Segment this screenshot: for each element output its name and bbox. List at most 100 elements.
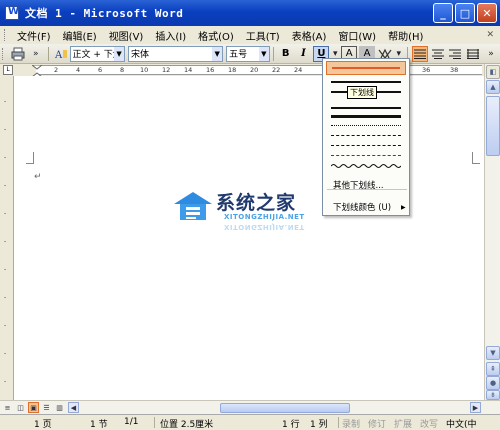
next-page-icon[interactable]: ⇟ [486,390,500,400]
browse-object-icon[interactable]: ● [486,376,500,390]
ruler-number: 18 [228,66,237,74]
chevron-down-icon[interactable]: ▼ [258,46,269,61]
tab-stop-selector[interactable]: L [3,65,13,75]
underline-option-thick[interactable] [331,115,401,118]
underline-option-wave[interactable] [331,163,401,169]
underline-option-dash-dot[interactable] [331,145,401,146]
vruler-tick: - [4,238,7,245]
menu-table[interactable]: 表格(A) [286,28,333,43]
ruler-toggle-icon[interactable]: ◧ [486,65,500,79]
menu-format[interactable]: 格式(O) [192,28,240,43]
underline-option-double[interactable] [331,107,401,109]
window-controls: _ □ ✕ [433,3,497,23]
vruler-tick: - [4,154,7,161]
menu-bar: 文件(F) 编辑(E) 视图(V) 插入(I) 格式(O) 工具(T) 表格(A… [0,26,500,44]
maximize-button[interactable]: □ [455,3,475,23]
menu-edit[interactable]: 编辑(E) [57,28,103,43]
underline-option-dash-dot-dot[interactable] [331,155,401,156]
ruler-number: 16 [206,66,215,74]
reading-view-icon[interactable]: ▥ [54,402,65,413]
print-icon[interactable] [10,46,26,62]
status-bar: 1 页 1 节 1/1 位置 2.5厘米 1 行 1 列 录制 修订 扩展 改写… [0,414,500,430]
align-justify-icon[interactable] [411,45,428,62]
bold-button[interactable]: B [278,46,294,62]
ruler-number: 8 [120,66,125,74]
align-center-icon[interactable] [430,46,446,62]
menu-insert[interactable]: 插入(I) [149,28,192,43]
window-title: 文档 1 - Microsoft Word [25,7,184,20]
vertical-ruler: - - - - - - - - - - - [0,76,14,400]
status-rec[interactable]: 录制 [342,417,360,430]
normal-view-icon[interactable]: ≡ [2,402,13,413]
ruler-number: 10 [140,66,149,74]
vruler-tick: - [4,126,7,133]
underline-color-item[interactable]: 下划线颜色 (U) [333,201,391,213]
options-chevron-icon[interactable]: » [28,46,44,62]
watermark-text-cn: 系统之家 [216,192,297,214]
align-right-icon[interactable] [447,46,463,62]
status-ext[interactable]: 扩展 [394,417,412,430]
underline-option-selected[interactable] [326,61,406,75]
web-layout-view-icon[interactable]: ◫ [15,402,26,413]
toolbar-grip[interactable] [2,47,5,60]
underline-option-dotted[interactable] [331,125,401,126]
horizontal-scroll-thumb[interactable] [220,403,350,413]
menu-help[interactable]: 帮助(H) [382,28,429,43]
status-language[interactable]: 中文(中 [446,417,477,430]
menu-file[interactable]: 文件(F) [11,28,57,43]
scroll-down-icon[interactable]: ▼ [486,346,500,360]
scroll-left-icon[interactable]: ◀ [68,402,79,413]
vertical-scrollbar[interactable]: ◧ ▲ ▼ ⇞ ● ⇟ [484,64,500,400]
margin-corner-top-left [26,152,34,164]
underline-style-menu: 下划线 其他下划线... 下划线颜色 (U) ▶ [322,58,410,216]
word-app-icon[interactable] [5,6,19,20]
close-button[interactable]: ✕ [477,3,497,23]
chevron-down-icon[interactable]: ▼ [114,46,125,61]
status-position: 位置 2.5厘米 [160,420,214,430]
status-column: 1 列 [310,420,328,430]
distributed-align-icon[interactable] [465,46,481,62]
status-separator [154,417,155,428]
print-layout-view-icon[interactable]: ▣ [28,402,39,413]
vruler-tick: - [4,350,7,357]
style-combo[interactable]: 正文 + 下划 ▼ [69,45,126,62]
menu-window[interactable]: 窗口(W) [332,28,382,43]
vruler-tick: - [4,266,7,273]
status-trk[interactable]: 修订 [368,417,386,430]
horizontal-scrollbar[interactable]: ≡ ◫ ▣ ☰ ▥ ◀ ▶ [0,400,500,414]
previous-page-icon[interactable]: ⇞ [486,362,500,376]
watermark-text-en: XITONGZHIJIA.NET [224,213,305,221]
toolbar-overflow-icon[interactable]: » [483,46,499,62]
scroll-up-icon[interactable]: ▲ [486,80,500,94]
ruler-number: 14 [184,66,193,74]
toolbar-separator [47,46,49,61]
document-page[interactable] [14,76,484,400]
minimize-button[interactable]: _ [433,3,453,23]
scroll-right-icon[interactable]: ▶ [470,402,481,413]
status-separator [338,417,339,428]
styles-formatting-icon[interactable]: A [53,46,69,62]
vruler-tick: - [4,182,7,189]
status-page: 1 页 [34,420,52,430]
underline-option-dashed[interactable] [331,135,401,136]
outline-view-icon[interactable]: ☰ [41,402,52,413]
ruler-bar[interactable]: 2 4 6 8 10 12 14 16 18 20 22 24 36 38 [32,65,482,77]
menubar-close-doc-icon[interactable]: ✕ [486,30,494,40]
status-ovr[interactable]: 改写 [420,417,438,430]
vruler-tick: - [4,322,7,329]
menu-separator [327,189,407,190]
menu-view[interactable]: 视图(V) [103,28,150,43]
scroll-thumb[interactable] [486,96,500,156]
italic-button[interactable]: I [296,46,312,62]
menu-tools[interactable]: 工具(T) [240,28,286,43]
formatting-toolbar: » A 正文 + 下划 ▼ 宋体 ▼ 五号 ▼ B I U ▾ A A ▾ » [0,44,500,64]
vruler-tick: - [4,210,7,217]
status-page-of: 1/1 [124,417,139,427]
chevron-down-icon[interactable]: ▼ [212,46,223,61]
font-combo[interactable]: 宋体 ▼ [128,45,224,62]
underline-option-single[interactable] [331,81,401,83]
submenu-arrow-icon: ▶ [401,204,406,211]
font-size-combo[interactable]: 五号 ▼ [226,45,270,62]
menubar-grip[interactable] [4,29,7,41]
ruler-number: 6 [98,66,103,74]
